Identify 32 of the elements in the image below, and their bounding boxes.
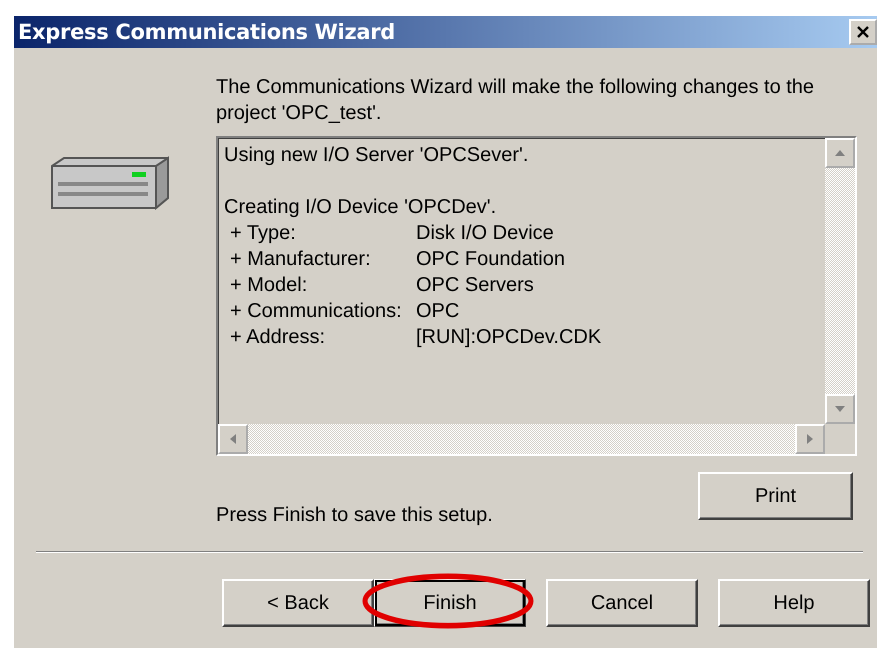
property-value: [RUN]:OPCDev.CDK [416,325,602,350]
property-value: OPC Foundation [416,247,566,272]
property-value: Disk I/O Device [416,221,555,246]
scroll-left-button[interactable] [218,424,248,454]
property-label: + Address: [230,325,326,350]
close-icon [856,26,870,38]
close-button[interactable] [849,19,877,45]
property-label: + Type: [230,221,297,246]
scroll-up-button[interactable] [825,138,855,168]
change-heading: Using new I/O Server 'OPCSever'. [224,143,530,168]
property-label: + Communications: [230,299,403,324]
wizard-button[interactable]: < Back [222,579,374,627]
server-icon [50,156,170,210]
window-title: Express Communications Wizard [18,20,396,44]
scroll-right-button[interactable] [795,424,825,454]
up-arrow-icon [835,150,845,156]
property-label: + Manufacturer: [230,247,372,272]
left-arrow-icon [230,434,236,444]
right-arrow-icon [807,434,813,444]
finish-note: Press Finish to save this setup. [216,504,493,527]
wizard-button[interactable]: Help [718,579,870,627]
print-button[interactable]: Print [698,472,853,520]
property-value: OPC Servers [416,273,535,298]
wizard-button[interactable]: Cancel [546,579,698,627]
property-value: OPC [416,299,460,324]
scroll-down-button[interactable] [825,394,855,424]
vertical-scrollbar[interactable] [825,138,855,424]
property-label: + Model: [230,273,308,298]
down-arrow-icon [835,406,845,412]
change-heading: Creating I/O Device 'OPCDev'. [224,195,498,220]
intro-text: The Communications Wizard will make the following changes to the project 'OPC_test'. [216,75,816,126]
horizontal-scrollbar[interactable] [218,424,825,454]
